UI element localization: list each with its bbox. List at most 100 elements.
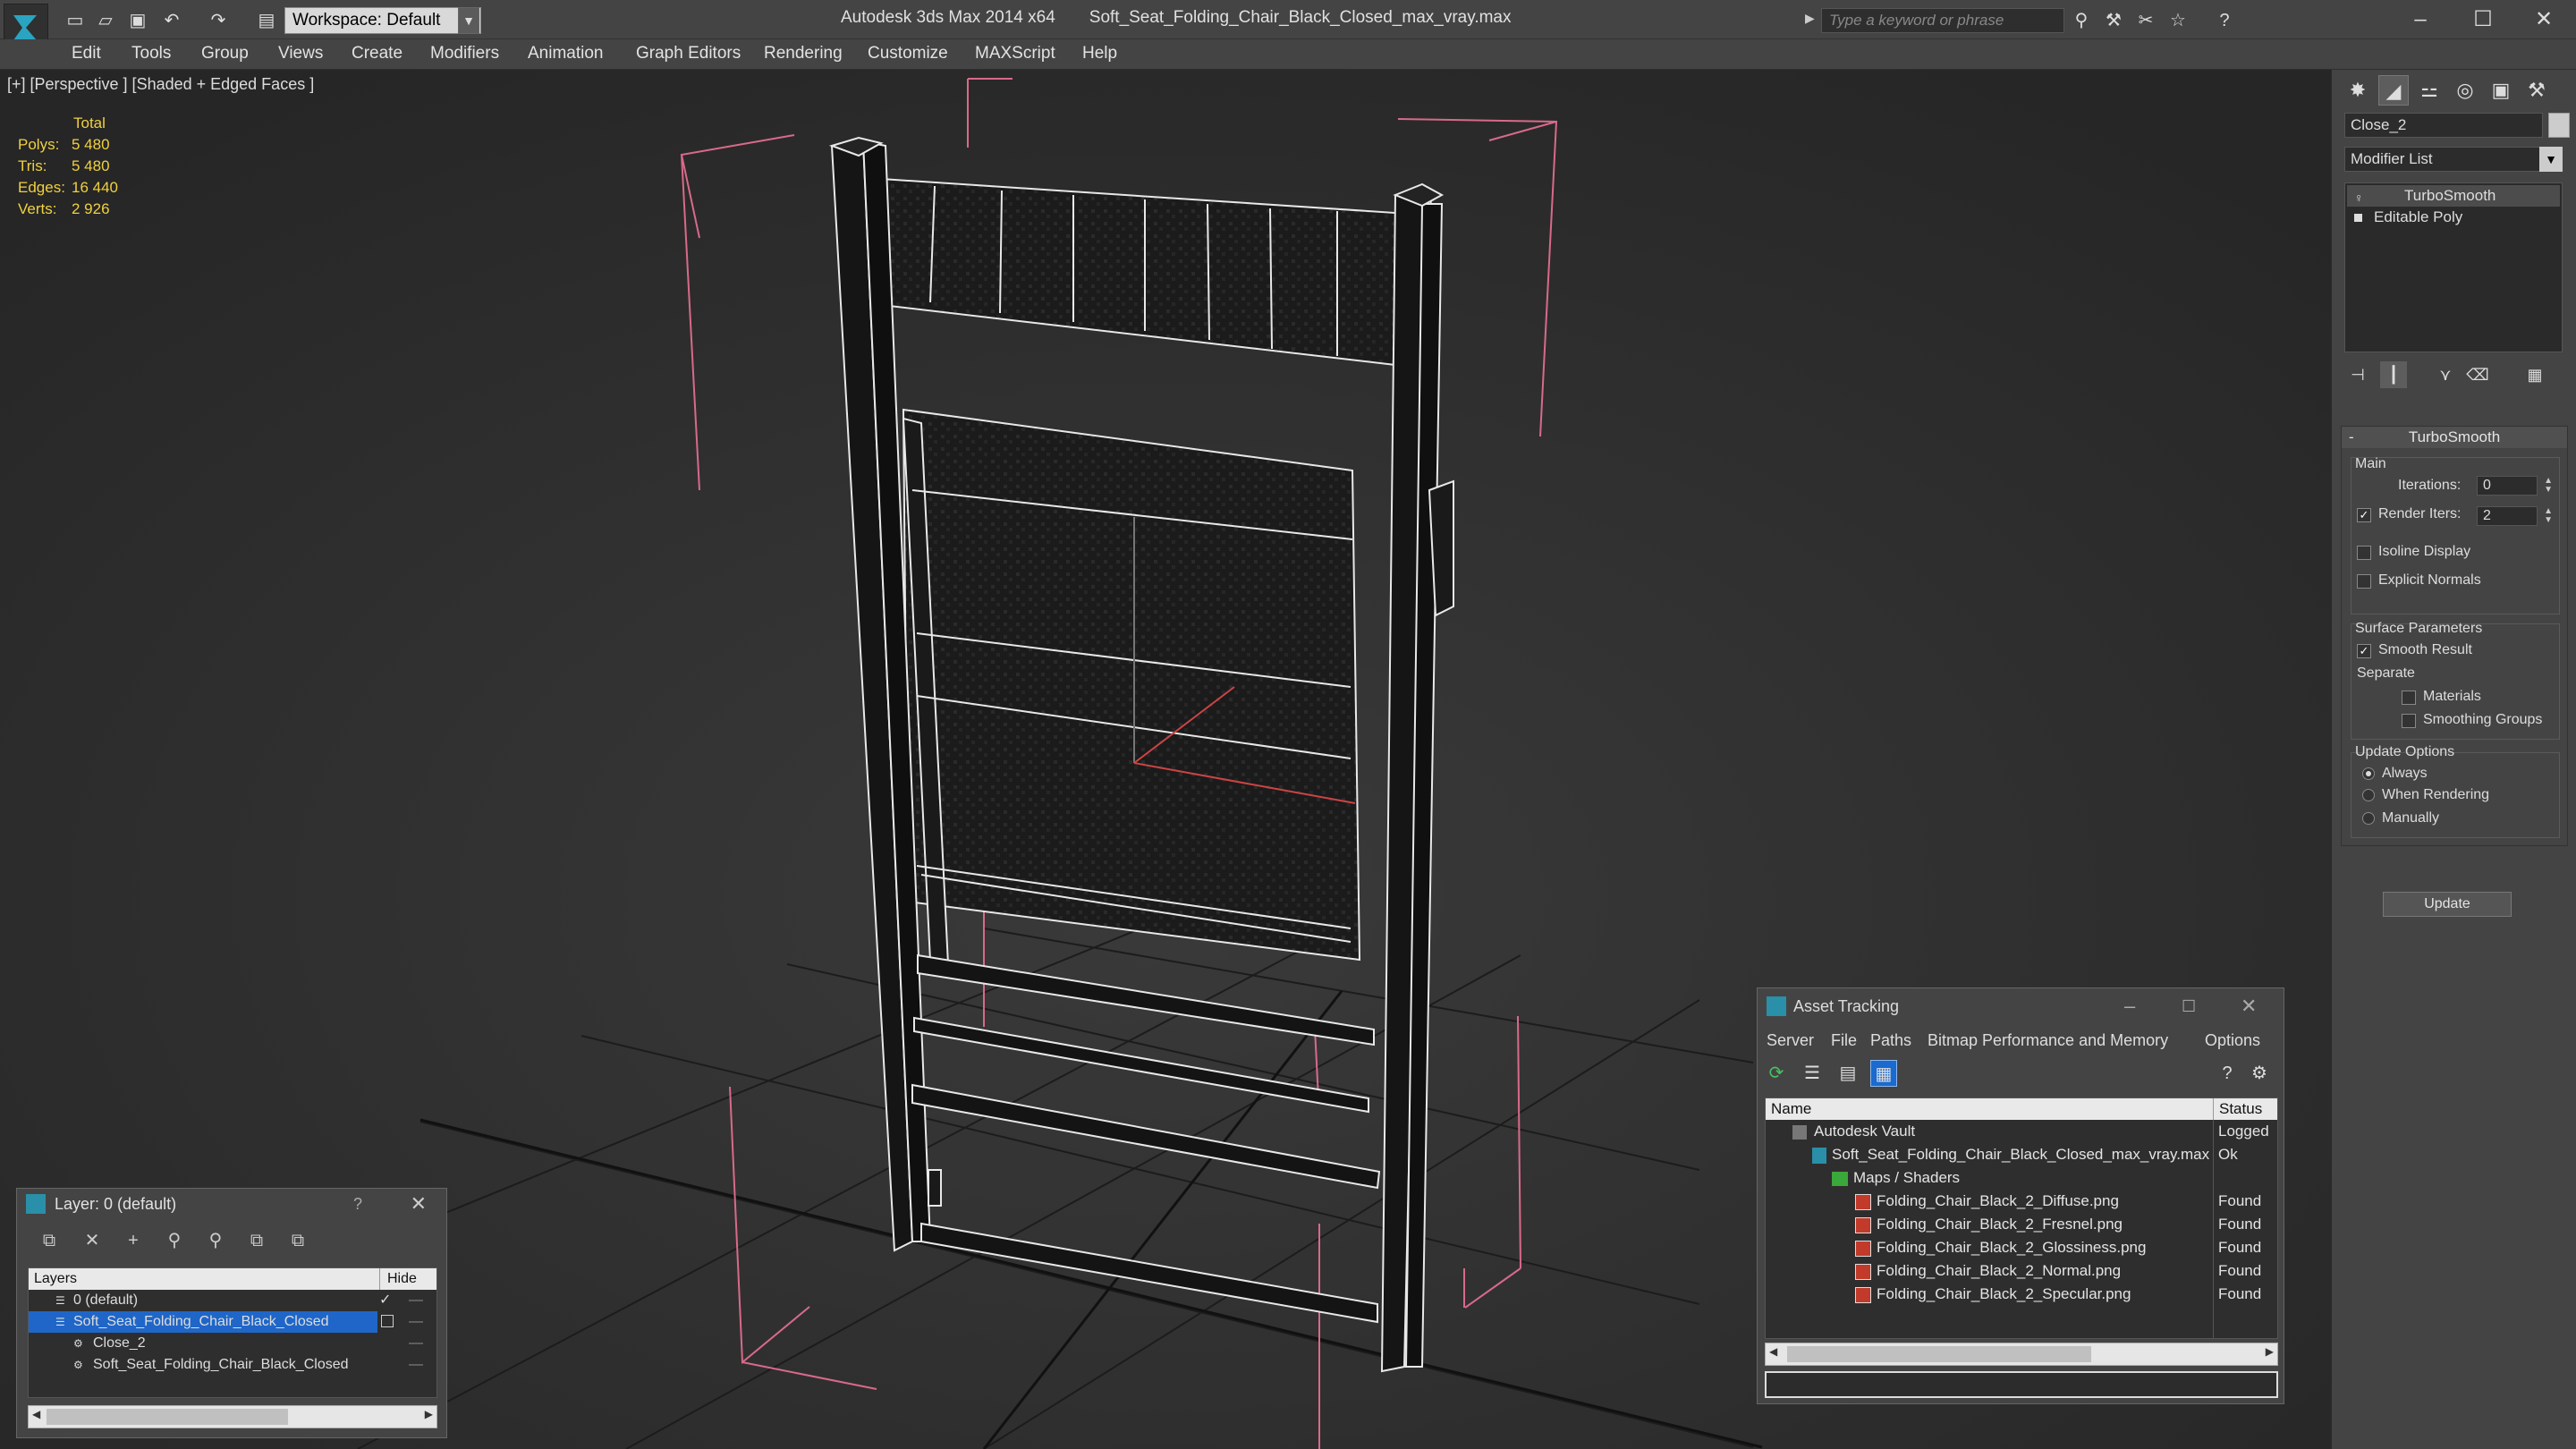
minimize-icon[interactable]: – bbox=[2394, 4, 2447, 36]
help-icon[interactable]: ? bbox=[2214, 1060, 2241, 1087]
display-tab-icon[interactable]: ▣ bbox=[2486, 75, 2516, 106]
stack-item-turbosmooth[interactable]: ♀ TurboSmooth bbox=[2347, 185, 2560, 207]
binoculars-icon[interactable]: ⚲ bbox=[2070, 9, 2093, 32]
hide-toggle[interactable]: — bbox=[409, 1333, 423, 1354]
freeze-all-icon[interactable]: ⧉ bbox=[285, 1228, 310, 1253]
hierarchy-tab-icon[interactable]: ⚍ bbox=[2414, 75, 2445, 106]
object-name-field[interactable]: Close_2 bbox=[2344, 113, 2543, 138]
status-column-header[interactable]: Status bbox=[2213, 1098, 2262, 1120]
modifier-list-dropdown[interactable]: Modifier List ▼ bbox=[2344, 147, 2563, 172]
table-row[interactable]: Folding_Chair_Black_2_Normal.png Found bbox=[1766, 1259, 2277, 1283]
menu-maxscript[interactable]: MAXScript bbox=[975, 44, 1055, 64]
iterations-spinner[interactable]: 0 ▲ ▼ bbox=[2477, 476, 2553, 496]
smoothing-groups-checkbox[interactable] bbox=[2402, 714, 2416, 728]
help-button[interactable]: ? bbox=[353, 1189, 362, 1219]
asset-tracking-titlebar[interactable]: Asset Tracking bbox=[1758, 988, 2284, 1024]
always-radio[interactable] bbox=[2362, 767, 2375, 780]
configure-sets-icon[interactable]: ▦ bbox=[2521, 361, 2548, 388]
utilities-tab-icon[interactable]: ⚒ bbox=[2521, 75, 2552, 106]
project-folder-icon[interactable]: ▤ bbox=[256, 11, 277, 30]
scroll-thumb[interactable] bbox=[47, 1409, 288, 1425]
table-row[interactable]: Folding_Chair_Black_2_Diffuse.png Found bbox=[1766, 1190, 2277, 1213]
isoline-display-checkbox[interactable] bbox=[2357, 546, 2371, 560]
modify-tab-icon[interactable]: ◢ bbox=[2378, 75, 2409, 106]
open-file-icon[interactable]: ▱ bbox=[95, 11, 116, 30]
menu-group[interactable]: Group bbox=[201, 44, 249, 64]
stack-item-editable-poly[interactable]: Editable Poly bbox=[2347, 207, 2560, 228]
name-column-header[interactable]: Name bbox=[1771, 1098, 1811, 1120]
materials-checkbox[interactable] bbox=[2402, 691, 2416, 705]
scroll-right-icon[interactable]: ▶ bbox=[2266, 1345, 2274, 1358]
table-row[interactable]: Maps / Shaders bbox=[1766, 1166, 2277, 1190]
table-row[interactable]: Folding_Chair_Black_2_Specular.png Found bbox=[1766, 1283, 2277, 1306]
current-layer-box[interactable] bbox=[381, 1315, 394, 1327]
list-view-icon[interactable]: ☰ bbox=[1799, 1060, 1826, 1087]
menu-graph-editors[interactable]: Graph Editors bbox=[636, 44, 741, 64]
menu-options[interactable]: Options bbox=[2205, 1031, 2260, 1050]
make-unique-icon[interactable]: ⋎ bbox=[2432, 361, 2459, 388]
refresh-icon[interactable]: ⟳ bbox=[1763, 1060, 1790, 1087]
horizontal-scrollbar[interactable]: ◀ ▶ bbox=[1765, 1343, 2278, 1366]
close-icon[interactable]: ✕ bbox=[2241, 988, 2257, 1024]
workspace-dropdown-icon[interactable]: ▼ bbox=[458, 7, 479, 34]
when-rendering-radio[interactable] bbox=[2362, 789, 2375, 801]
horizontal-scrollbar[interactable]: ◀ ▶ bbox=[28, 1405, 437, 1428]
menu-rendering[interactable]: Rendering bbox=[764, 44, 843, 64]
close-icon[interactable]: ✕ bbox=[2517, 4, 2571, 36]
delete-layer-icon[interactable]: ✕ bbox=[80, 1228, 105, 1253]
subscription-icon[interactable]: ⚒ bbox=[2102, 9, 2125, 32]
maximize-icon[interactable]: ☐ bbox=[2456, 4, 2510, 36]
asset-path-field[interactable] bbox=[1765, 1371, 2278, 1398]
scroll-thumb[interactable] bbox=[1787, 1346, 2091, 1362]
table-view-icon[interactable]: ▦ bbox=[1870, 1060, 1897, 1087]
object-row[interactable]: ⚙ Close_2 — bbox=[29, 1333, 436, 1354]
layer-window-titlebar[interactable]: Layer: 0 (default) bbox=[17, 1189, 446, 1219]
table-row[interactable]: Folding_Chair_Black_2_Fresnel.png Found bbox=[1766, 1213, 2277, 1236]
favorites-star-icon[interactable]: ☆ bbox=[2166, 9, 2190, 32]
add-to-layer-icon[interactable]: + bbox=[121, 1228, 146, 1253]
lightbulb-icon[interactable]: ♀ bbox=[2354, 187, 2364, 208]
new-file-icon[interactable]: ▭ bbox=[64, 11, 86, 30]
menu-create[interactable]: Create bbox=[352, 44, 402, 64]
table-row[interactable]: Soft_Seat_Folding_Chair_Black_Closed_max… bbox=[1766, 1143, 2277, 1166]
table-row[interactable]: Folding_Chair_Black_2_Glossiness.png Fou… bbox=[1766, 1236, 2277, 1259]
object-row[interactable]: ⚙ Soft_Seat_Folding_Chair_Black_Closed — bbox=[29, 1354, 436, 1376]
menu-paths[interactable]: Paths bbox=[1870, 1031, 1911, 1050]
hide-all-icon[interactable]: ⧉ bbox=[244, 1228, 269, 1253]
smooth-result-checkbox[interactable]: ✓ bbox=[2357, 644, 2371, 658]
table-row[interactable]: Autodesk Vault Logged bbox=[1766, 1120, 2277, 1143]
menu-server[interactable]: Server bbox=[1767, 1031, 1814, 1050]
menu-file[interactable]: File bbox=[1831, 1031, 1857, 1050]
hide-toggle[interactable]: — bbox=[409, 1290, 423, 1311]
spinner-arrows-icon[interactable]: ▲ ▼ bbox=[2544, 507, 2553, 525]
turbosmooth-rollout-header[interactable]: - TurboSmooth bbox=[2342, 427, 2567, 448]
checkmark-icon[interactable]: ✓ bbox=[379, 1290, 391, 1311]
hide-toggle[interactable]: — bbox=[409, 1354, 423, 1376]
select-objects-icon[interactable]: ⚲ bbox=[162, 1228, 187, 1253]
menu-help[interactable]: Help bbox=[1082, 44, 1117, 64]
menu-modifiers[interactable]: Modifiers bbox=[430, 44, 499, 64]
create-tab-icon[interactable]: ✸ bbox=[2343, 75, 2373, 106]
help-icon[interactable]: ? bbox=[2213, 9, 2236, 32]
menu-bitmap-performance[interactable]: Bitmap Performance and Memory bbox=[1928, 1031, 2168, 1050]
create-layer-icon[interactable]: ⧉ bbox=[37, 1228, 62, 1253]
layer-row[interactable]: ☰ 0 (default) ✓ — bbox=[29, 1290, 436, 1311]
expand-icon[interactable] bbox=[2354, 214, 2362, 222]
update-button[interactable]: Update bbox=[2383, 892, 2512, 917]
object-color-swatch[interactable] bbox=[2548, 113, 2570, 138]
scroll-right-icon[interactable]: ▶ bbox=[425, 1408, 433, 1420]
communication-center-icon[interactable]: ✂ bbox=[2134, 9, 2157, 32]
show-end-result-icon[interactable]: ┃ bbox=[2380, 361, 2407, 388]
workspace-selector[interactable]: Workspace: Default bbox=[284, 7, 481, 34]
search-input[interactable]: Type a keyword or phrase bbox=[1821, 8, 2064, 33]
menu-animation[interactable]: Animation bbox=[528, 44, 604, 64]
render-iters-checkbox[interactable]: ✓ bbox=[2357, 508, 2371, 522]
spinner-arrows-icon[interactable]: ▲ ▼ bbox=[2544, 477, 2553, 495]
menu-customize[interactable]: Customize bbox=[868, 44, 948, 64]
hide-column-header[interactable]: Hide bbox=[379, 1268, 417, 1290]
pin-stack-icon[interactable]: ⊣ bbox=[2344, 361, 2371, 388]
explicit-normals-checkbox[interactable] bbox=[2357, 574, 2371, 589]
scroll-left-icon[interactable]: ◀ bbox=[1769, 1345, 1777, 1358]
manually-radio[interactable] bbox=[2362, 812, 2375, 825]
close-icon[interactable]: ✕ bbox=[411, 1189, 427, 1219]
